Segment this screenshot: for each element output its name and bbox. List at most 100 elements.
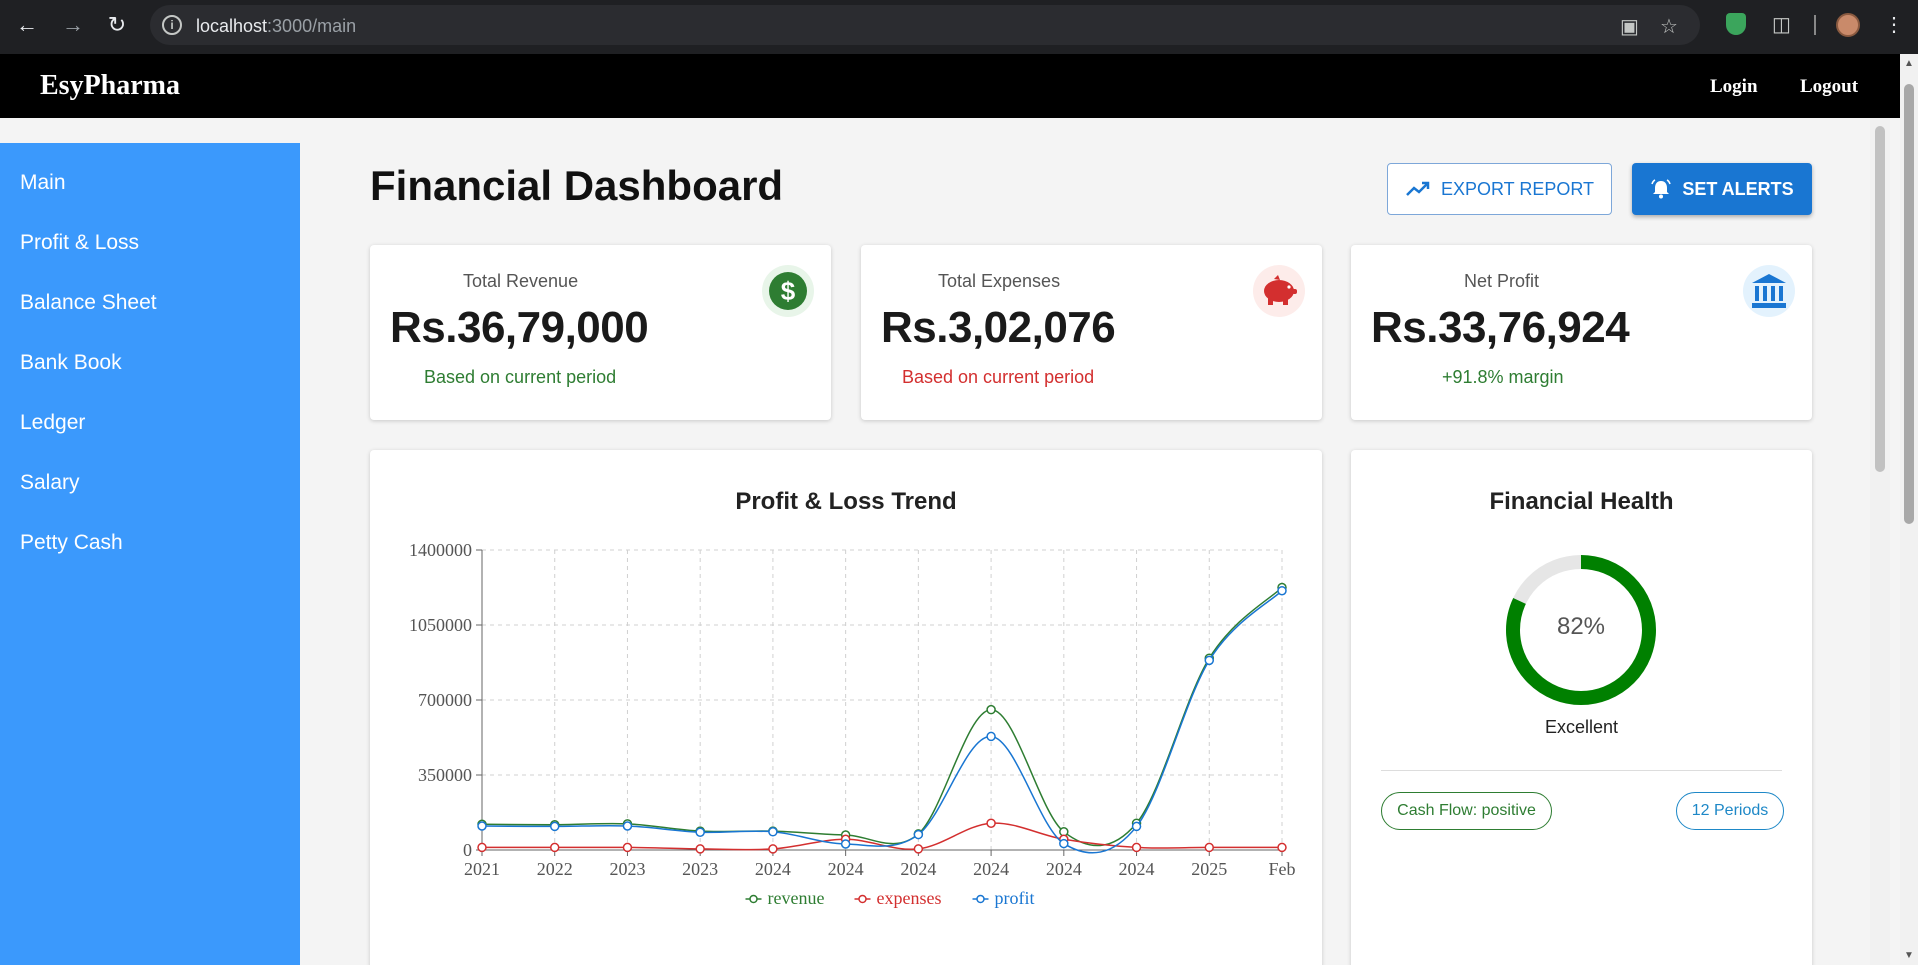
stat-note: +91.8% margin [1442,367,1564,387]
data-point-expenses [695,844,705,854]
reload-icon[interactable]: ↻ [104,12,130,38]
sidebar-item-main[interactable]: Main [20,171,66,195]
sidebar-item-ledger[interactable]: Ledger [20,411,85,435]
stat-value: Rs.3,02,076 [881,303,1116,352]
bell-alert-icon [1651,179,1672,199]
data-point-expenses [549,842,560,853]
total-revenue-card: Total Revenue Rs.36,79,000 Based on curr… [370,245,831,420]
stat-value: Rs.33,76,924 [1371,303,1630,352]
forward-icon[interactable]: → [60,12,86,38]
data-point-expenses [913,844,924,854]
financial-health-card: Financial Health 82% Excellent Cash Flow… [1351,450,1812,965]
scroll-up-icon[interactable]: ▲ [1904,58,1914,69]
x-tick-label: 2024 [1046,859,1082,879]
set-alerts-button[interactable]: SET ALERTS [1632,163,1812,215]
data-point-revenue [986,704,996,715]
y-tick-label: 1050000 [409,615,472,635]
x-tick-label: Feb [1269,859,1296,879]
y-tick-label: 700000 [418,690,472,710]
legend-marker-expenses [858,894,867,904]
data-point-profit [840,839,851,849]
x-tick-label: 2022 [537,859,573,879]
data-point-profit [913,829,924,840]
address-bar[interactable]: i localhost:3000/main ▣ ☆ [150,5,1700,45]
bank-icon [1743,265,1795,317]
data-point-expenses [986,818,996,828]
legend-label-expenses: expenses [877,888,942,908]
chart-title: Profit & Loss Trend [735,488,957,515]
sidebar: Main Profit & Loss Balance Sheet Bank Bo… [0,143,300,965]
data-point-profit [695,827,705,837]
y-tick-label: 1400000 [409,540,472,560]
trend-chart: 0 350000 700000 1050000 1400000 2021 2022 2023 2… [409,540,1296,908]
stat-label: Net Profit [1464,271,1540,291]
x-tick-label: 2023 [609,859,645,879]
legend-label-profit: profit [995,888,1035,908]
data-point-expenses [622,842,633,853]
data-point-expenses [1204,842,1215,853]
health-status: Excellent [1544,717,1619,737]
sidebar-item-salary[interactable]: Salary [20,471,80,495]
app-header: EsyPharma Login Logout [0,54,1900,118]
browser-toolbar: ← → ↻ i localhost:3000/main ▣ ☆ ◫ ⋮ [0,0,1918,54]
data-point-profit [549,821,560,832]
trending-up-icon [1406,181,1430,196]
sidebar-item-petty-cash[interactable]: Petty Cash [20,531,123,555]
browser-menu-icon[interactable]: ⋮ [1884,12,1904,37]
y-tick-label: 0 [463,840,472,860]
stat-note: Based on current period [902,367,1095,387]
export-report-label: EXPORT REPORT [1440,178,1595,199]
piggy-bank-icon [1253,265,1305,317]
page-scrollbar-thumb[interactable] [1904,84,1914,524]
page-scrollbar[interactable]: ▲ ▼ [1900,54,1918,965]
cash-flow-chip: Cash Flow: positive [1381,792,1552,830]
net-profit-card: Net Profit Rs.33,76,924 +91.8% margin [1351,245,1812,420]
sidebar-item-bank-book[interactable]: Bank Book [20,351,122,375]
x-tick-label: 2024 [828,859,864,879]
data-point-profit [768,827,778,837]
x-tick-label: 2024 [755,859,791,879]
sidebar-item-balance-sheet[interactable]: Balance Sheet [20,291,157,315]
export-report-button[interactable]: EXPORT REPORT [1387,163,1612,215]
logout-link[interactable]: Logout [1800,76,1858,98]
url-text: localhost:3000/main [196,16,357,36]
x-tick-label: 2023 [682,859,718,879]
health-percent: 82% [1556,613,1606,640]
total-expenses-card: Total Expenses Rs.3,02,076 Based on curr… [861,245,1322,420]
periods-chip: 12 Periods [1676,792,1784,830]
install-app-icon[interactable]: ▣ [1620,14,1639,39]
data-point-profit [1277,585,1287,596]
legend-label-revenue: revenue [768,888,825,908]
brand-logo[interactable]: EsyPharma [40,70,180,102]
stat-label: Total Expenses [938,271,1061,291]
sidebar-item-profit-loss[interactable]: Profit & Loss [20,231,139,255]
page-title: Financial Dashboard [370,162,784,209]
x-tick-label: 2021 [464,859,500,879]
data-point-expenses [1131,842,1142,853]
divider [1381,770,1782,771]
bookmark-star-icon[interactable]: ☆ [1660,14,1678,39]
back-icon[interactable]: ← [14,12,40,38]
site-info-icon[interactable]: i [162,15,182,35]
legend-marker-revenue [749,894,758,904]
toolbar-divider [1814,15,1816,35]
dollar-icon: $ [762,265,814,317]
data-point-expenses [1277,842,1287,853]
extension-shield-icon[interactable] [1726,13,1746,35]
data-point-expenses [768,844,778,854]
stat-note: Based on current period [424,367,617,387]
data-point-expenses [477,842,487,853]
health-title: Financial Health [1489,488,1674,515]
series-line-profit [481,590,1283,854]
svg-text:$: $ [781,276,796,306]
data-point-profit [986,731,996,742]
extensions-puzzle-icon[interactable]: ◫ [1772,12,1791,37]
login-link[interactable]: Login [1710,76,1758,98]
data-point-profit [477,821,487,831]
profile-avatar[interactable] [1836,13,1860,37]
stat-value: Rs.36,79,000 [390,303,649,352]
x-tick-label: 2024 [1119,859,1155,879]
content-scrollbar[interactable] [1870,118,1890,965]
scroll-down-icon[interactable]: ▼ [1904,950,1914,961]
content-scrollbar-thumb[interactable] [1875,126,1885,472]
